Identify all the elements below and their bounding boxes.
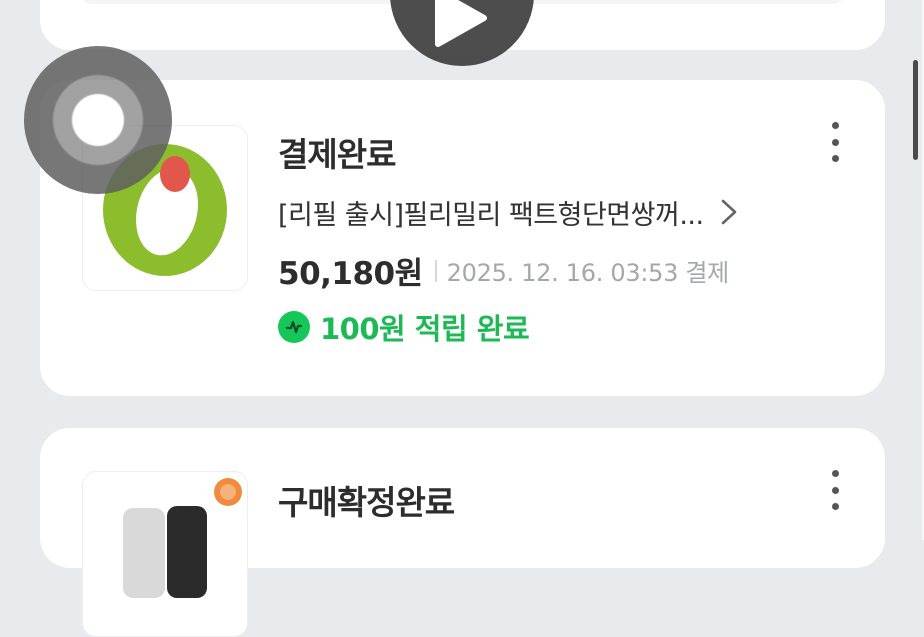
more-options-icon[interactable]: [825, 122, 845, 162]
product-name: [리필 출시]필리밀리 팩트형단면쌍꺼...: [278, 199, 704, 231]
divider: [434, 259, 437, 282]
order-status: 구매확정완료: [278, 483, 455, 522]
order-status: 결제완료: [278, 135, 396, 174]
product-link[interactable]: [리필 출시]필리밀리 팩트형단면쌍꺼...: [278, 192, 838, 232]
order-price: 50,180원: [278, 256, 423, 292]
play-icon: [435, 0, 487, 47]
payment-date: 2025. 12. 16. 03:53 결제: [446, 259, 730, 287]
more-options-icon[interactable]: [825, 470, 845, 510]
product-thumbnail[interactable]: [82, 471, 248, 637]
points-earned: 100원 적립 완료: [320, 312, 530, 346]
scrollbar[interactable]: [913, 60, 918, 160]
product-image: [123, 478, 242, 598]
play-button[interactable]: [390, 0, 534, 66]
order-card[interactable]: 구매확정완료: [40, 428, 885, 637]
points-row: 100원 적립 완료: [278, 306, 530, 348]
naver-pay-points-icon: [278, 311, 310, 343]
touch-indicator: [24, 46, 172, 194]
price-row: 50,180원 2025. 12. 16. 03:53 결제: [278, 248, 729, 293]
chevron-right-icon: [721, 199, 736, 225]
